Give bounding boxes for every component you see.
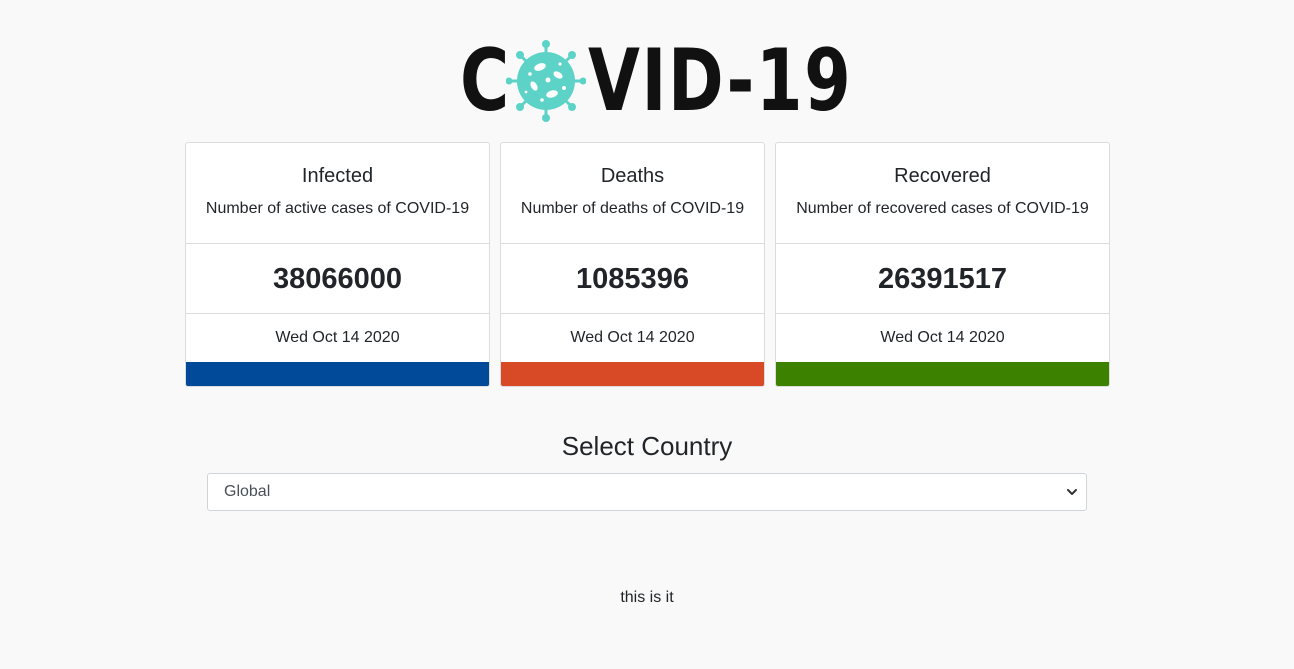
- card-subtitle: Number of deaths of COVID-19: [520, 200, 745, 217]
- covid-logo: C VID-19: [460, 31, 851, 131]
- card-header: Infected Number of active cases of COVID…: [186, 143, 489, 244]
- footer-text: this is it: [620, 589, 674, 606]
- card-color-bar: [776, 362, 1109, 386]
- card-color-bar: [501, 362, 764, 386]
- card-subtitle: Number of recovered cases of COVID-19: [796, 200, 1089, 217]
- infected-count: 38066000: [186, 244, 489, 314]
- card-subtitle: Number of active cases of COVID-19: [205, 200, 470, 217]
- select-country-heading: Select Country: [561, 431, 733, 461]
- virus-icon: [506, 40, 586, 122]
- deaths-card: Deaths Number of deaths of COVID-19 1085…: [500, 142, 765, 387]
- country-select[interactable]: Global: [207, 473, 1087, 511]
- card-date: Wed Oct 14 2020: [880, 329, 1005, 346]
- recovered-card: Recovered Number of recovered cases of C…: [775, 142, 1110, 387]
- card-date: Wed Oct 14 2020: [275, 329, 400, 346]
- logo-text-end: VID-19: [588, 31, 853, 131]
- card-color-bar: [186, 362, 489, 386]
- card-date: Wed Oct 14 2020: [570, 329, 695, 346]
- deaths-count: 1085396: [501, 244, 764, 314]
- card-title: Infected: [301, 165, 374, 187]
- card-header: Recovered Number of recovered cases of C…: [776, 143, 1109, 244]
- recovered-count: 26391517: [776, 244, 1109, 314]
- selected-country: Global: [224, 483, 271, 500]
- infected-card: Infected Number of active cases of COVID…: [185, 142, 490, 387]
- logo-text-start: C: [460, 31, 511, 131]
- card-header: Deaths Number of deaths of COVID-19: [501, 143, 764, 244]
- card-title: Deaths: [600, 165, 665, 187]
- card-title: Recovered: [894, 165, 991, 187]
- chevron-down-icon: [1067, 489, 1077, 495]
